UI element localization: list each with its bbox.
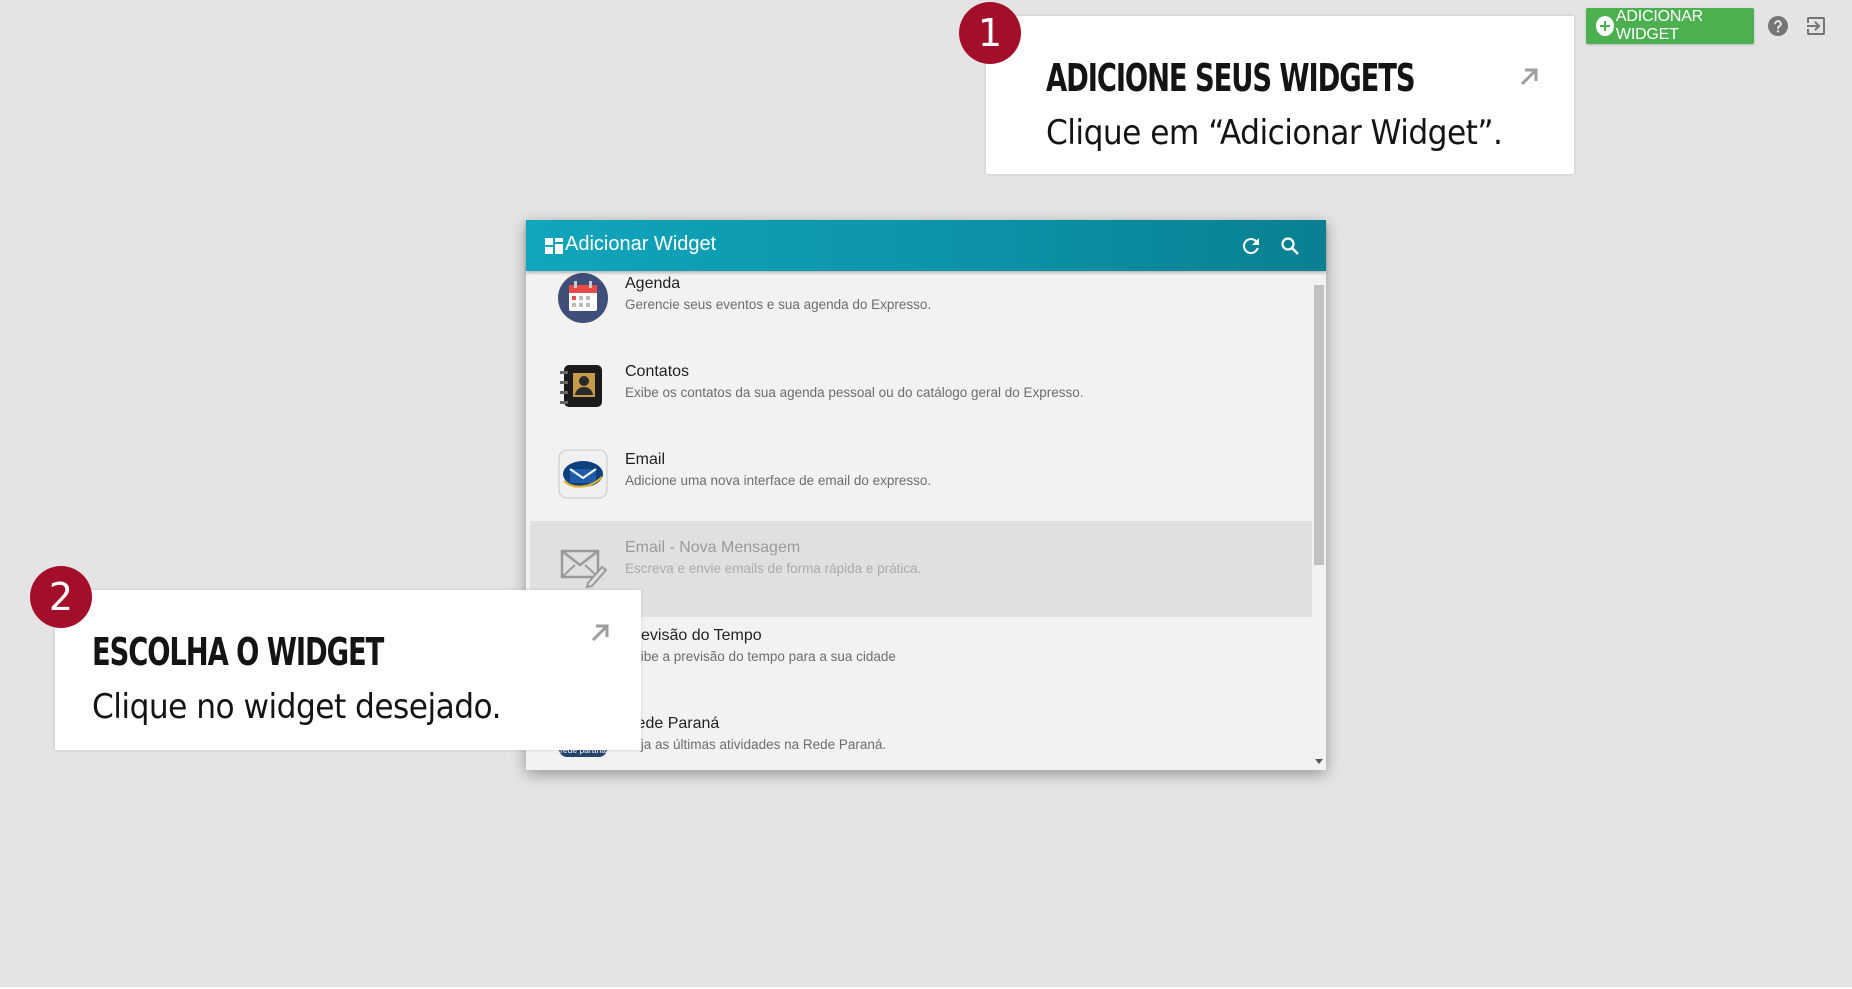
- callout-title: ADICIONE SEUS WIDGETS: [1046, 56, 1416, 100]
- exit-to-app-icon[interactable]: [1804, 14, 1828, 38]
- widget-name: Contatos: [625, 363, 690, 380]
- calendar-icon: [558, 273, 608, 323]
- widget-item-contatos[interactable]: Contatos Exibe os contatos da sua agenda…: [530, 345, 1312, 433]
- widget-item-email-nova-mensagem[interactable]: Email - Nova Mensagem Escreva e envie em…: [530, 521, 1312, 617]
- refresh-icon[interactable]: [1239, 234, 1263, 258]
- dashboard-icon: [545, 238, 563, 254]
- callout-text: Clique em “Adicionar Widget”.: [1046, 113, 1503, 153]
- arrow-up-right-icon: [1520, 68, 1538, 86]
- widget-description: Exibe a previsão do tempo para a sua cid…: [625, 649, 896, 664]
- step-badge: 2: [30, 566, 92, 628]
- scrollbar-thumb[interactable]: [1314, 285, 1324, 565]
- list-scrollbar[interactable]: [1312, 271, 1326, 770]
- search-icon[interactable]: [1278, 234, 1302, 258]
- widget-item-rede-parana[interactable]: rede paraná Rede Paraná Veja as últimas …: [530, 697, 1312, 770]
- address-book-icon: [560, 365, 602, 407]
- widget-name: Email - Nova Mensagem: [625, 539, 801, 556]
- widget-description: Escreva e envie emails de forma rápida e…: [625, 561, 922, 576]
- widget-name: Previsão do Tempo: [625, 627, 762, 644]
- widget-item-previsao-do-tempo[interactable]: Previsão do Tempo Exibe a previsão do te…: [530, 609, 1312, 697]
- widget-name: Email: [625, 451, 666, 468]
- add-widget-label: ADICIONAR WIDGET: [1615, 8, 1704, 43]
- tutorial-callout-step2: ESCOLHA O WIDGET Clique no widget deseja…: [55, 590, 641, 750]
- scroll-down-arrow-icon[interactable]: [1315, 759, 1323, 764]
- widget-name: Agenda: [625, 275, 681, 292]
- widget-description: Adicione uma nova interface de email do …: [625, 473, 932, 488]
- widget-description: Exibe os contatos da sua agenda pessoal …: [625, 385, 1084, 400]
- dialog-header: Adicionar Widget: [526, 220, 1326, 271]
- email-envelope-icon: [558, 449, 608, 499]
- callout-text: Clique no widget desejado.: [92, 687, 502, 727]
- widget-item-email[interactable]: Email Adicione uma nova interface de ema…: [530, 433, 1312, 521]
- callout-title: ESCOLHA O WIDGET: [92, 630, 384, 674]
- dialog-title: Adicionar Widget: [565, 233, 717, 255]
- widget-list[interactable]: Agenda Gerencie seus eventos e sua agend…: [530, 271, 1312, 770]
- add-widget-dialog: Adicionar Widget Agenda Gerencie seus ev…: [526, 220, 1326, 770]
- tutorial-callout-step1: ADICIONE SEUS WIDGETS Clique em “Adicion…: [986, 16, 1574, 174]
- add-widget-button[interactable]: ADICIONAR WIDGET: [1586, 8, 1754, 44]
- plus-icon: [1596, 16, 1614, 36]
- help-circle-icon[interactable]: [1766, 14, 1790, 38]
- step-badge: 1: [959, 2, 1021, 64]
- widget-description: Gerencie seus eventos e sua agenda do Ex…: [625, 297, 932, 312]
- widget-item-agenda[interactable]: Agenda Gerencie seus eventos e sua agend…: [530, 271, 1312, 345]
- widget-description: Veja as últimas atividades na Rede Paran…: [625, 737, 887, 752]
- arrow-up-right-icon: [591, 624, 609, 642]
- compose-mail-icon: [560, 549, 608, 589]
